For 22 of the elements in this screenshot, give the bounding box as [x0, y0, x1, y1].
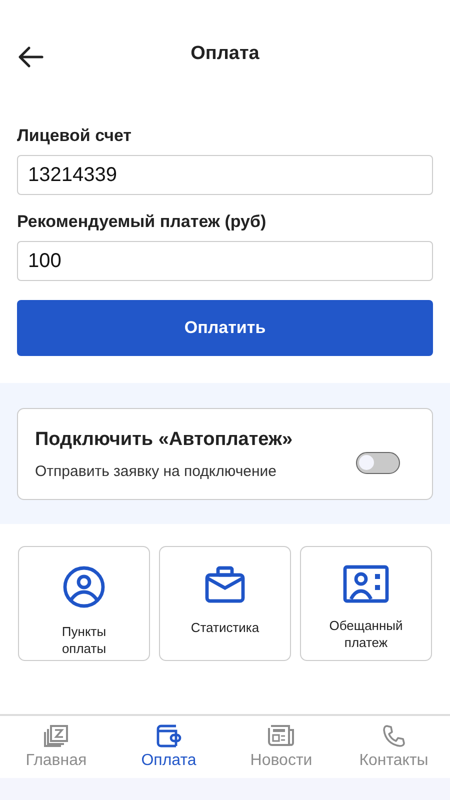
user-circle-icon [62, 565, 106, 609]
pay-button[interactable]: Оплатить [17, 300, 433, 356]
back-arrow-icon [18, 46, 44, 68]
input-field[interactable]: 13214339 [17, 155, 433, 195]
toggle-switch[interactable] [356, 452, 400, 474]
phone-icon [382, 724, 406, 748]
newspaper-icon [267, 724, 296, 748]
picture-frame-icon [43, 724, 70, 748]
autopay-subtitle: Отправить заявку на подключение [35, 462, 278, 480]
input-field[interactable]: 100 [17, 241, 433, 281]
tile-button[interactable]: Обещанный платеж [300, 546, 432, 661]
screen-title: Оплата [190, 43, 260, 65]
field-label: Рекомендуемый платеж (руб) [17, 212, 268, 232]
back-button[interactable] [16, 44, 46, 70]
nav-tab[interactable]: Оплата [112, 724, 225, 770]
tile-button[interactable]: Пункты оплаты [18, 546, 150, 661]
tile-button[interactable]: Статистика [159, 546, 291, 661]
autopay-title: Подключить «Автоплатеж» [35, 428, 294, 450]
wallet-icon [156, 724, 182, 748]
briefcase-icon [205, 565, 245, 605]
id-card-icon [343, 565, 389, 603]
field-label: Лицевой счет [17, 126, 133, 146]
